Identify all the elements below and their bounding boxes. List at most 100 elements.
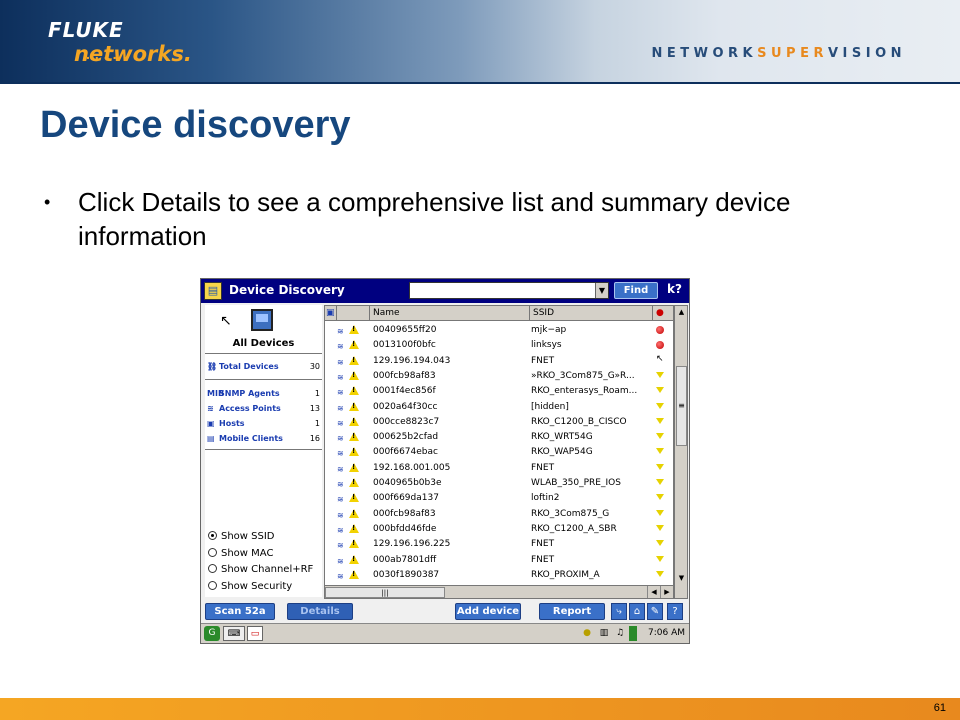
keyboard-icon[interactable]: ⌨ xyxy=(223,626,245,641)
scroll-left-arrow-icon[interactable]: ◀ xyxy=(647,586,660,598)
header-banner: FLUKE networks. .... NETWORKSUPERVISION xyxy=(0,0,960,84)
help-icon[interactable]: ? xyxy=(667,603,683,620)
access-point-icon: ≋ xyxy=(337,434,344,444)
status-red-dot-icon xyxy=(656,341,664,350)
device-name: 0020a64f30cc xyxy=(373,401,438,412)
device-ssid: [hidden] xyxy=(531,401,569,412)
access-point-icon: ≋ xyxy=(337,571,344,581)
device-table: ▣ Name SSID ● ≋ 00409655ff20 mjk−ap ≋ 001310… xyxy=(324,305,674,599)
device-name: 129.196.196.225 xyxy=(373,539,451,550)
slide-title: Device discovery xyxy=(40,104,351,146)
table-row[interactable]: ≋ 000f6674ebac RKO_WAP54G xyxy=(325,445,673,460)
status-yellow-triangle-icon xyxy=(656,479,664,485)
help-pointer-icon[interactable]: k? xyxy=(667,282,685,299)
window-icon[interactable]: ▭ xyxy=(247,626,263,641)
table-row[interactable]: ≋ 000ab7801dff FNET xyxy=(325,553,673,568)
column-ssid-header[interactable]: SSID xyxy=(530,306,653,321)
radio-button[interactable] xyxy=(208,547,217,557)
option-show-channel-rf[interactable]: Show Channel+RF xyxy=(208,564,323,578)
table-row[interactable]: ≋ 0020a64f30cc [hidden] xyxy=(325,400,673,415)
add-device-button[interactable]: Add device xyxy=(455,603,521,620)
row-icons: ≋ xyxy=(337,493,367,505)
category-access-points[interactable]: ≋ Access Points 13 xyxy=(207,404,320,416)
access-point-icon: ≋ xyxy=(337,556,344,566)
vertical-scroll-thumb[interactable]: ≡ xyxy=(676,366,687,446)
option-show-ssid[interactable]: Show SSID xyxy=(208,531,323,545)
volume-icon[interactable]: ♫ xyxy=(613,626,627,641)
warning-icon xyxy=(349,447,359,457)
column-alert-header[interactable] xyxy=(337,306,370,321)
device-name: 0030f1890387 xyxy=(373,569,440,580)
device-ssid: RKO_C1200_B_CISCO xyxy=(531,416,627,427)
divider xyxy=(205,449,322,450)
warning-icon xyxy=(349,508,359,518)
table-row[interactable]: ≋ 000cce8823c7 RKO_C1200_B_CISCO xyxy=(325,415,673,430)
option-show-mac[interactable]: Show MAC xyxy=(208,547,323,562)
horizontal-scroll-thumb[interactable]: ||| xyxy=(325,587,445,598)
device-name: 0040965b0b3e xyxy=(373,478,442,488)
column-name-header[interactable]: Name xyxy=(370,306,530,321)
return-icon[interactable]: ⤷ xyxy=(611,603,627,620)
column-type-header[interactable]: ▣ xyxy=(325,306,337,321)
table-row[interactable]: ≋ 000fcb98af83 RKO_3Com875_G xyxy=(325,507,673,522)
find-button[interactable]: Find xyxy=(614,282,658,299)
table-row[interactable]: ≋ 0030f1890387 RKO_PROXIM_A xyxy=(325,568,673,583)
warning-icon xyxy=(349,355,359,365)
radio-button[interactable] xyxy=(208,564,217,573)
row-icons: ≋ xyxy=(337,569,367,582)
status-yellow-triangle-icon xyxy=(656,570,664,577)
scroll-up-arrow-icon[interactable]: ▲ xyxy=(676,306,687,318)
table-row[interactable]: ≋ 0040965b0b3e WLAB_350_PRE_IOS xyxy=(325,476,673,491)
home-icon[interactable]: ⌂ xyxy=(629,603,645,620)
status-yellow-triangle-icon xyxy=(656,463,664,470)
search-dropdown-icon[interactable]: ▼ xyxy=(595,283,608,298)
row-icons: ≋ xyxy=(337,508,367,521)
status-red-dot-icon xyxy=(656,326,664,334)
device-name: 000625b2cfad xyxy=(373,432,439,443)
table-row[interactable]: ≋ 0001f4ec856f RKO_enterasys_Roam... xyxy=(325,384,673,399)
device-name: 000f6674ebac xyxy=(373,447,438,458)
access-point-icon: ≋ xyxy=(337,541,344,551)
total-devices-row[interactable]: ⛓ Total Devices 30 xyxy=(207,362,320,374)
access-point-icon: ≋ xyxy=(337,327,344,336)
table-row[interactable]: ≋ 000fcb98af83 »RKO_3Com875_G»R... xyxy=(325,369,673,384)
row-icons: ≋ xyxy=(337,401,367,414)
all-devices-heading: All Devices xyxy=(232,338,295,349)
clock: 7:06 AM xyxy=(648,628,685,638)
start-icon[interactable]: G xyxy=(204,626,220,641)
device-name: 000cce8823c7 xyxy=(373,416,440,427)
table-row[interactable]: ≋ 129.196.196.225 FNET xyxy=(325,537,673,552)
bullet-point: • Click Details to see a comprehensive l… xyxy=(44,185,884,253)
details-button[interactable]: Details xyxy=(287,603,353,620)
table-row[interactable]: ≋ 000f669da137 loftin2 xyxy=(325,491,673,506)
table-row[interactable]: ≋ 0013100f0bfc linksys xyxy=(325,338,673,353)
category-snmp-agents[interactable]: MIBSNMP Agents 1 xyxy=(207,389,320,401)
option-label: Show SSID xyxy=(221,531,275,542)
search-input[interactable]: ▼ xyxy=(409,282,609,299)
row-icons: ≋ xyxy=(337,432,367,444)
row-icons: ≋ xyxy=(337,386,367,398)
column-status-header[interactable]: ● xyxy=(653,306,673,321)
scroll-down-arrow-icon[interactable]: ▼ xyxy=(676,572,687,584)
app-menu-icon[interactable]: ▤ xyxy=(204,282,222,300)
category-mobile-clients[interactable]: ▤ Mobile Clients 16 xyxy=(207,434,320,446)
table-row[interactable]: ≋ 000bfdd46fde RKO_C1200_A_SBR xyxy=(325,522,673,537)
table-row[interactable]: ≋ 129.196.194.043 FNET ↖ xyxy=(325,354,673,369)
device-ssid: linksys xyxy=(531,340,562,351)
category-hosts[interactable]: ▣ Hosts 1 xyxy=(207,419,320,431)
horizontal-scrollbar[interactable]: ||| ◀ ▶ xyxy=(324,585,674,599)
radio-button[interactable] xyxy=(208,580,217,590)
table-row[interactable]: ≋ 192.168.001.005 FNET xyxy=(325,461,673,476)
table-row[interactable]: ≋ 00409655ff20 mjk−ap xyxy=(325,323,673,338)
table-row[interactable]: ≋ 000625b2cfad RKO_WRT54G xyxy=(325,430,673,445)
report-button[interactable]: Report xyxy=(539,603,605,620)
option-show-security[interactable]: Show Security xyxy=(208,580,323,595)
total-devices-label: Total Devices xyxy=(219,362,279,371)
radio-button[interactable] xyxy=(208,531,217,540)
scroll-right-arrow-icon[interactable]: ▶ xyxy=(660,586,673,598)
access-point-icon: ≋ xyxy=(337,510,344,520)
tools-icon[interactable]: ✎ xyxy=(647,603,663,620)
scan-button[interactable]: Scan 52a xyxy=(205,603,275,620)
vertical-scrollbar[interactable]: ▲ ≡ ▼ xyxy=(674,305,688,599)
clipboard-icon[interactable]: ▥ xyxy=(597,626,611,641)
